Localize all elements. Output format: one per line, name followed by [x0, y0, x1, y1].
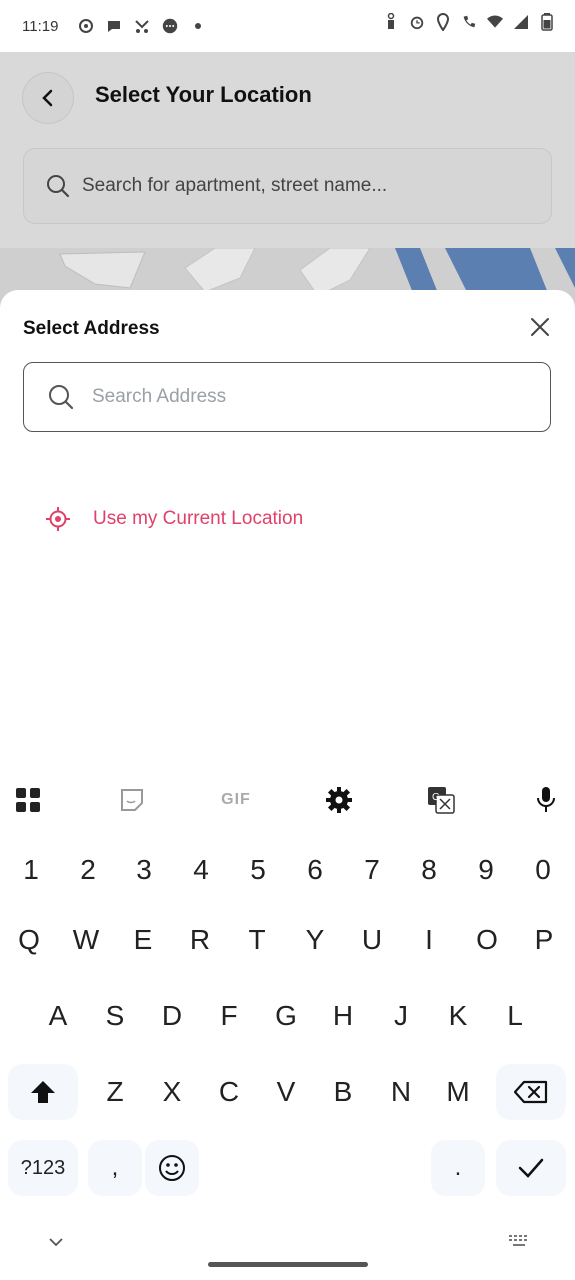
shift-icon — [31, 1081, 55, 1103]
comma-key[interactable]: , — [88, 1140, 142, 1196]
key-7[interactable]: 7 — [345, 842, 399, 898]
chevron-left-icon — [42, 89, 53, 107]
key-8[interactable]: 8 — [402, 842, 456, 898]
page-title: Select Your Location — [95, 82, 312, 107]
close-button[interactable] — [529, 316, 551, 338]
key-s[interactable]: S — [88, 988, 142, 1044]
key-y[interactable]: Y — [288, 912, 342, 968]
navigation-bar — [0, 1228, 575, 1280]
bottom-row: ?123 , . — [0, 1140, 575, 1200]
translate-icon[interactable]: G — [425, 784, 457, 816]
key-b[interactable]: B — [316, 1064, 370, 1120]
search-icon — [49, 385, 74, 410]
key-x[interactable]: X — [145, 1064, 199, 1120]
missed-call-icon — [134, 18, 150, 34]
key-5[interactable]: 5 — [231, 842, 285, 898]
key-t[interactable]: T — [230, 912, 284, 968]
background-page: Select Your Location Search for apartmen… — [0, 52, 575, 312]
current-location-label: Use my Current Location — [93, 508, 304, 529]
keyboard-toolbar: GIF G — [0, 770, 575, 832]
more-dot-icon — [190, 18, 206, 34]
number-row: 1 2 3 4 5 6 7 8 9 0 — [0, 842, 575, 902]
home-indicator[interactable] — [208, 1262, 368, 1267]
messages-icon — [162, 18, 178, 34]
gif-button[interactable]: GIF — [216, 784, 256, 816]
battery-icon — [539, 13, 555, 31]
keyboard-switch-icon[interactable] — [508, 1234, 530, 1248]
hide-keyboard-icon[interactable] — [48, 1236, 64, 1248]
key-v[interactable]: V — [259, 1064, 313, 1120]
key-p[interactable]: P — [517, 912, 571, 968]
mic-icon[interactable] — [530, 784, 562, 816]
location-icon — [435, 13, 451, 31]
location-search-placeholder: Search for apartment, street name... — [82, 175, 388, 196]
crosshair-icon — [46, 507, 70, 531]
backspace-icon — [514, 1080, 548, 1104]
emoji-icon — [159, 1155, 185, 1181]
key-l[interactable]: L — [488, 988, 542, 1044]
key-f[interactable]: F — [202, 988, 256, 1044]
sticker-icon[interactable] — [116, 784, 148, 816]
key-9[interactable]: 9 — [459, 842, 513, 898]
location-search-bar[interactable]: Search for apartment, street name... — [23, 148, 552, 224]
emoji-key[interactable] — [145, 1140, 199, 1196]
enter-key[interactable] — [496, 1140, 566, 1196]
wifi-icon — [487, 14, 503, 30]
signal-icon — [513, 14, 529, 30]
notification-icon — [78, 18, 94, 34]
chat-bubble-icon — [106, 18, 122, 34]
key-u[interactable]: U — [345, 912, 399, 968]
key-3[interactable]: 3 — [117, 842, 171, 898]
key-2[interactable]: 2 — [61, 842, 115, 898]
key-a[interactable]: A — [31, 988, 85, 1044]
status-bar: 11:19 — [0, 0, 575, 52]
letter-row-3: Z X C V B N M — [0, 1064, 575, 1124]
key-q[interactable]: Q — [2, 912, 56, 968]
back-button[interactable] — [22, 72, 74, 124]
letter-row-2: A S D F G H J K L — [0, 988, 575, 1048]
key-6[interactable]: 6 — [288, 842, 342, 898]
key-i[interactable]: I — [402, 912, 456, 968]
key-m[interactable]: M — [431, 1064, 485, 1120]
key-e[interactable]: E — [116, 912, 170, 968]
period-key[interactable]: . — [431, 1140, 485, 1196]
gear-icon[interactable] — [323, 784, 355, 816]
shift-key[interactable] — [8, 1064, 78, 1120]
accessibility-icon — [383, 13, 399, 30]
close-icon — [531, 318, 549, 336]
apps-icon[interactable] — [12, 784, 44, 816]
address-search-field[interactable] — [23, 362, 551, 432]
letter-row-1: Q W E R T Y U I O P — [0, 912, 575, 972]
key-r[interactable]: R — [173, 912, 227, 968]
alarm-icon — [409, 14, 425, 30]
symbols-key[interactable]: ?123 — [8, 1140, 78, 1196]
checkmark-icon — [518, 1158, 544, 1178]
svg-text:G: G — [432, 792, 440, 803]
key-h[interactable]: H — [316, 988, 370, 1044]
key-j[interactable]: J — [374, 988, 428, 1044]
key-o[interactable]: O — [460, 912, 514, 968]
sheet-title: Select Address — [23, 318, 160, 339]
key-w[interactable]: W — [59, 912, 113, 968]
key-0[interactable]: 0 — [516, 842, 570, 898]
use-current-location-button[interactable]: Use my Current Location — [45, 506, 303, 532]
key-1[interactable]: 1 — [4, 842, 58, 898]
key-4[interactable]: 4 — [174, 842, 228, 898]
key-c[interactable]: C — [202, 1064, 256, 1120]
backspace-key[interactable] — [496, 1064, 566, 1120]
key-g[interactable]: G — [259, 988, 313, 1044]
key-d[interactable]: D — [145, 988, 199, 1044]
key-n[interactable]: N — [374, 1064, 428, 1120]
search-icon — [47, 175, 70, 198]
status-time: 11:19 — [22, 17, 59, 35]
address-search-input[interactable] — [90, 385, 514, 409]
space-bar[interactable] — [202, 1140, 428, 1196]
key-z[interactable]: Z — [88, 1064, 142, 1120]
soft-keyboard: GIF G 1 2 3 4 5 6 7 8 9 0 Q W E R T Y U … — [0, 770, 575, 1280]
wifi-calling-icon — [461, 14, 477, 30]
key-k[interactable]: K — [431, 988, 485, 1044]
